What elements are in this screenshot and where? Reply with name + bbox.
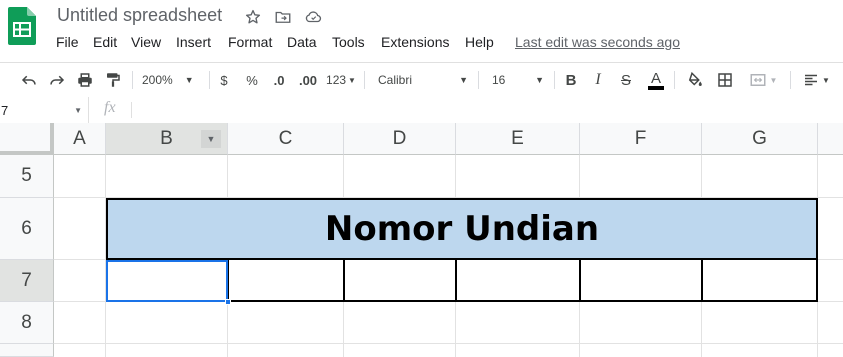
font-size-value: 16	[492, 73, 506, 87]
column-header-e[interactable]: E	[456, 123, 580, 155]
bold-button[interactable]: B	[561, 63, 581, 97]
number-format-label: 123	[326, 73, 347, 87]
row-header-9[interactable]	[0, 344, 54, 357]
percent-format-button[interactable]: %	[242, 63, 262, 97]
font-size-select[interactable]: 16 ▼	[492, 63, 548, 97]
column-menu-button[interactable]: ▼	[201, 130, 221, 148]
menu-format[interactable]: Format	[228, 34, 272, 50]
borders-icon[interactable]	[714, 63, 736, 97]
chevron-down-icon: ▼	[535, 75, 544, 85]
undo-icon[interactable]	[18, 63, 40, 97]
row-header-8[interactable]: 8	[0, 302, 54, 344]
chevron-down-icon: ▼	[74, 105, 82, 115]
print-icon[interactable]	[74, 63, 96, 97]
document-title[interactable]: Untitled spreadsheet	[57, 5, 222, 26]
name-box[interactable]: 7 ▼	[0, 97, 89, 123]
fx-icon: fx	[104, 99, 116, 116]
row-header-5[interactable]: 5	[0, 155, 54, 198]
menu-file[interactable]: File	[56, 34, 79, 50]
cloud-status-icon[interactable]	[303, 7, 323, 27]
name-box-value: 7	[1, 102, 9, 118]
number-format-select[interactable]: 123 ▼	[324, 63, 358, 97]
column-header-g[interactable]: G	[702, 123, 818, 155]
last-edit-link[interactable]: Last edit was seconds ago	[515, 34, 680, 50]
increase-decimal-button[interactable]: .00	[294, 63, 322, 97]
text-color-button[interactable]: A	[645, 63, 667, 97]
text-color-letter: A	[647, 71, 664, 90]
align-icon[interactable]: ▼	[798, 63, 834, 97]
column-header-f[interactable]: F	[580, 123, 702, 155]
row-header-7[interactable]: 7	[0, 260, 54, 302]
chevron-down-icon: ▼	[769, 75, 778, 85]
paint-format-icon[interactable]	[102, 63, 124, 97]
chevron-down-icon: ▼	[348, 75, 356, 85]
toolbar: 200% ▼ $ % .0 .00 123 ▼ Calibri ▼ 16 ▼ B…	[0, 62, 843, 98]
chevron-down-icon: ▼	[184, 75, 194, 85]
zoom-value: 200%	[142, 73, 173, 87]
zoom-select[interactable]: 200% ▼	[142, 63, 204, 97]
row-header-6[interactable]: 6	[0, 198, 54, 260]
column-header-c[interactable]: C	[228, 123, 344, 155]
column-header-a[interactable]: A	[54, 123, 106, 155]
sheet-grid[interactable]: A B ▼ C D E F G 5 6 7 8 Nomor Undian	[0, 123, 843, 357]
column-header-h[interactable]	[818, 123, 843, 155]
formula-input[interactable]	[140, 97, 840, 123]
chevron-down-icon: ▼	[459, 75, 468, 85]
column-header-b-label: B	[160, 127, 173, 149]
fill-color-icon[interactable]	[684, 63, 706, 97]
column-header-d[interactable]: D	[344, 123, 456, 155]
menu-edit[interactable]: Edit	[93, 34, 117, 50]
column-header-b[interactable]: B ▼	[106, 123, 228, 155]
selected-cell-b7[interactable]	[106, 260, 228, 302]
chevron-down-icon: ▼	[206, 134, 216, 144]
select-all-corner[interactable]	[0, 123, 54, 155]
font-family-select[interactable]: Calibri ▼	[378, 63, 472, 97]
star-icon[interactable]	[243, 7, 263, 27]
move-folder-icon[interactable]	[273, 7, 293, 27]
font-family-value: Calibri	[378, 73, 413, 87]
menu-data[interactable]: Data	[287, 34, 317, 50]
menu-view[interactable]: View	[131, 34, 161, 50]
chevron-down-icon: ▼	[822, 75, 830, 85]
strikethrough-button[interactable]: S	[616, 63, 636, 97]
sheets-logo-icon[interactable]	[8, 7, 36, 45]
merged-title-cell[interactable]: Nomor Undian	[106, 198, 818, 260]
currency-format-button[interactable]: $	[215, 63, 233, 97]
menu-extensions[interactable]: Extensions	[381, 34, 449, 50]
redo-icon[interactable]	[46, 63, 68, 97]
menu-help[interactable]: Help	[465, 34, 494, 50]
fill-handle[interactable]	[225, 299, 231, 305]
merge-cells-icon[interactable]: ▼	[743, 63, 783, 97]
italic-button[interactable]: I	[588, 63, 608, 97]
menu-insert[interactable]: Insert	[176, 34, 211, 50]
decrease-decimal-button[interactable]: .0	[268, 63, 290, 97]
formula-bar: 7 ▼ fx	[0, 97, 843, 124]
menu-tools[interactable]: Tools	[332, 34, 365, 50]
